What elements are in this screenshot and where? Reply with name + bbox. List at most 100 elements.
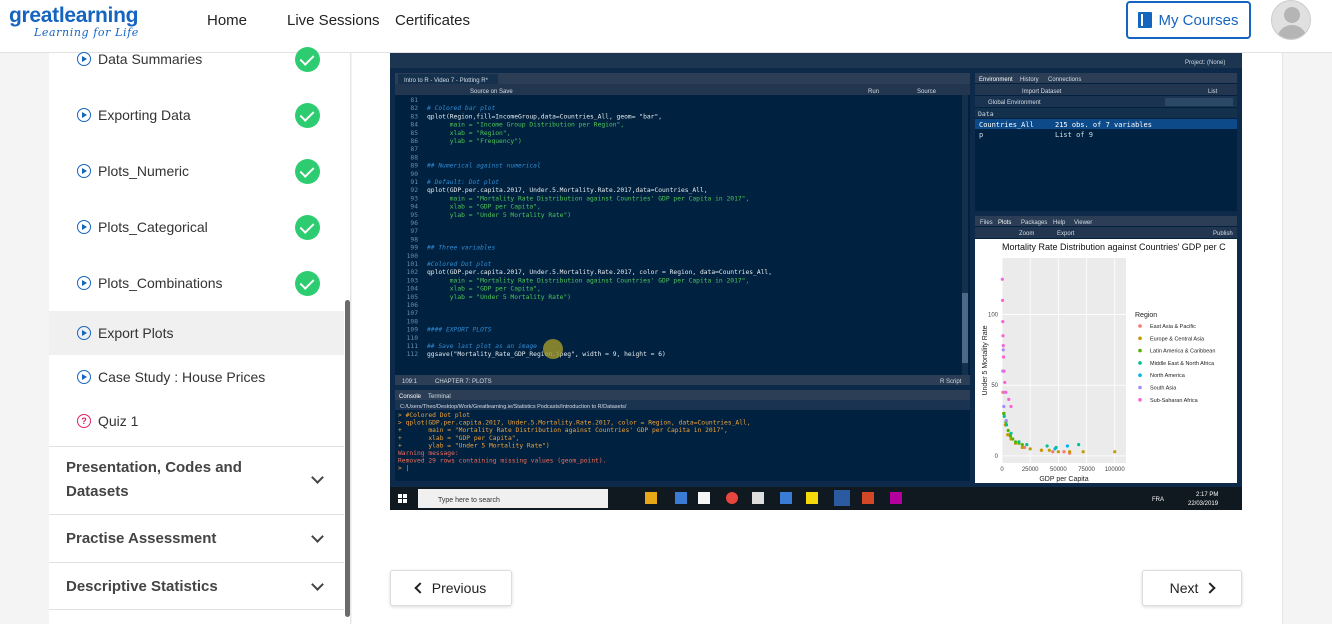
code-line[interactable]: main = "Income Group Distribution per Re… [427, 122, 624, 129]
packages-tab[interactable]: Packages [1021, 220, 1047, 226]
env-row-name[interactable]: Countries_All [979, 121, 1034, 129]
code-line[interactable]: #Colored Dot plot [426, 260, 492, 268]
data-point [1028, 447, 1032, 451]
previous-button[interactable]: Previous [390, 570, 512, 606]
code-line[interactable]: ylab = "Frequency") [427, 138, 522, 145]
next-button[interactable]: Next [1142, 570, 1242, 606]
lesson-label: Plots_Combinations [98, 275, 223, 291]
line-number: 96 [410, 220, 418, 227]
section-descriptive-statistics[interactable]: Descriptive Statistics [49, 562, 344, 610]
code-line[interactable]: xlab = "GDP per Capita", [427, 286, 541, 293]
play-icon [77, 52, 91, 66]
legend-swatch [1138, 336, 1142, 341]
sidebar-scrollbar[interactable] [345, 300, 350, 617]
publish-button[interactable]: Publish [1213, 231, 1233, 237]
x-tick-label: 100000 [1105, 467, 1126, 473]
section-practise-assessment[interactable]: Practise Assessment [49, 514, 344, 562]
lesson-item[interactable]: Plots_Categorical [49, 205, 344, 249]
lesson-item[interactable]: Plots_Numeric [49, 149, 344, 193]
help-tab[interactable]: Help [1053, 220, 1066, 226]
lesson-item[interactable]: Data Summaries [49, 37, 344, 81]
env-row-value: 215 obs. of 7 variables [1055, 121, 1152, 129]
code-line[interactable]: ## Three variables [426, 245, 495, 252]
files-tab[interactable]: Files [980, 220, 993, 226]
data-header: Data [978, 110, 994, 118]
source-button[interactable]: Source [917, 89, 937, 95]
code-line[interactable]: # Default: Dot plot [426, 178, 499, 186]
lesson-item[interactable]: ? Quiz 1 [49, 399, 344, 443]
line-number: 110 [407, 335, 419, 342]
terminal-tab[interactable]: Terminal [428, 394, 451, 400]
console-line: + xlab = "GDP per Capita", [398, 435, 519, 442]
code-line[interactable]: xlab = "Region", [427, 130, 510, 137]
code-line[interactable]: ylab = "Under 5 Mortality Rate") [427, 294, 571, 301]
import-dataset-button[interactable]: Import Dataset [1022, 89, 1062, 95]
nav-certificates[interactable]: Certificates [395, 12, 470, 29]
play-icon [77, 370, 91, 384]
code-line[interactable]: ## Numerical against numerical [426, 162, 541, 170]
project-label: Project: (None) [1185, 60, 1225, 66]
chevron-down-icon [311, 578, 324, 591]
code-line[interactable]: qplot(Region,fill=IncomeGroup,data=Count… [427, 113, 662, 120]
file-type-label[interactable]: R Script [940, 379, 962, 385]
env-row-name[interactable]: p [979, 131, 983, 139]
code-line[interactable]: qplot(GDP.per.capita.2017, Under.5.Morta… [427, 269, 772, 276]
console-tab[interactable]: Console [399, 394, 422, 400]
chevron-right-icon [1204, 582, 1217, 594]
editor-tab-title[interactable]: Intro to R - Video 7 - Plotting R* [404, 78, 489, 84]
viewer-tab[interactable]: Viewer [1074, 220, 1092, 226]
section-label: Practise Assessment [66, 530, 217, 547]
legend-entry: Europe & Central Asia [1150, 336, 1205, 342]
data-point [1113, 450, 1117, 454]
line-number: 101 [407, 261, 419, 268]
chapter-label[interactable]: CHAPTER 7: PLOTS [435, 379, 492, 385]
data-point [1039, 448, 1044, 452]
taskbar-search[interactable]: Type here to search [438, 497, 500, 504]
list-view-toggle[interactable]: List [1208, 89, 1218, 95]
line-number: 109 [407, 327, 419, 334]
taskbar-time[interactable]: 2:17 PM [1196, 492, 1218, 498]
data-point [1009, 431, 1013, 435]
code-line[interactable]: ## Save last plot as an image [426, 342, 537, 350]
line-number: 97 [410, 228, 418, 235]
code-line[interactable]: ylab = "Under 5 Mortality Rate") [427, 212, 571, 219]
console-line: + main = "Mortality Rate Distribution ag… [398, 427, 728, 434]
code-line[interactable]: # Colored bar plot [426, 104, 495, 112]
line-number: 100 [407, 253, 419, 260]
code-line[interactable]: main = "Mortality Rate Distribution agai… [427, 277, 749, 284]
line-number: 86 [410, 138, 418, 145]
export-button[interactable]: Export [1057, 231, 1075, 237]
course-sidebar: Data Summaries Exporting Data Plots_Nume… [49, 46, 351, 624]
video-player[interactable]: Project: (None) Intro to R - Video 7 - P… [390, 53, 1242, 510]
taskbar-language[interactable]: FRA [1152, 497, 1164, 503]
code-line[interactable]: xlab = "GDP per Capita", [427, 204, 541, 211]
zoom-button[interactable]: Zoom [1019, 231, 1034, 237]
brand-logo[interactable]: greatlearning Learning for Life [9, 4, 139, 39]
nav-home[interactable]: Home [207, 12, 247, 29]
my-courses-button[interactable]: My Courses [1126, 1, 1251, 39]
user-avatar[interactable] [1271, 0, 1311, 40]
data-point [1009, 404, 1013, 409]
lesson-item[interactable]: Plots_Combinations [49, 261, 344, 305]
nav-live-sessions[interactable]: Live Sessions [287, 12, 380, 29]
brand-name: greatlearning [9, 4, 139, 27]
code-line[interactable]: main = "Mortality Rate Distribution agai… [427, 195, 749, 202]
section-presentation-codes[interactable]: Presentation, Codes and Datasets [49, 446, 344, 514]
lesson-item[interactable]: Case Study : House Prices [49, 355, 344, 399]
line-number: 103 [407, 277, 419, 284]
chevron-down-icon [311, 471, 324, 484]
scope-select[interactable]: Global Environment [988, 100, 1041, 106]
plots-tab[interactable]: Plots [998, 220, 1011, 226]
connections-tab[interactable]: Connections [1048, 77, 1081, 83]
legend-title: Region [1135, 312, 1157, 319]
environment-tab[interactable]: Environment [979, 77, 1013, 83]
legend-swatch [1138, 398, 1142, 402]
code-line[interactable]: #### EXPORT PLOTS [426, 327, 492, 334]
lesson-item[interactable]: Exporting Data [49, 93, 344, 137]
lesson-item-active[interactable]: Export Plots [49, 311, 344, 355]
taskbar-date[interactable]: 22/03/2019 [1188, 501, 1219, 507]
source-on-save-label[interactable]: Source on Save [470, 89, 513, 95]
history-tab[interactable]: History [1020, 77, 1039, 83]
run-button[interactable]: Run [868, 89, 879, 95]
code-line[interactable]: qplot(GDP.per.capita.2017, Under.5.Morta… [427, 187, 708, 194]
